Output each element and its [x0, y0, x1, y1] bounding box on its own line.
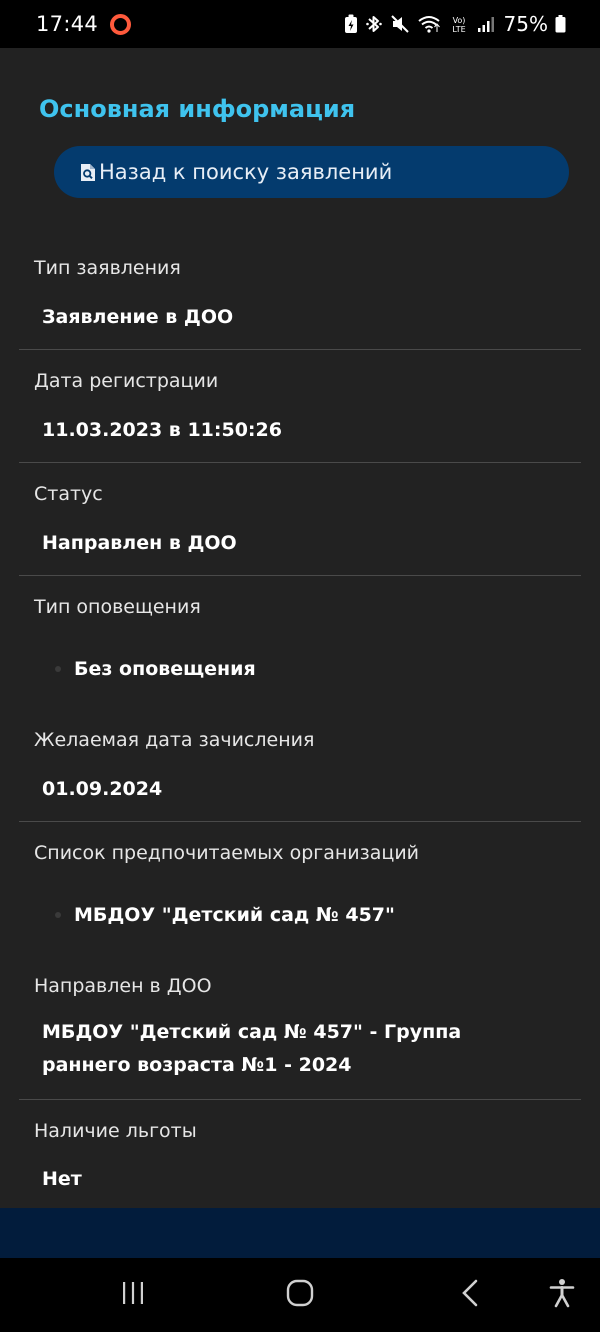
field-label: Дата регистрации — [34, 370, 219, 392]
field-registration-date: Дата регистрации 11.03.2023 в 11:50:26 — [19, 365, 581, 463]
back-button[interactable] — [440, 1258, 500, 1332]
back-to-search-button[interactable]: Назад к поиску заявлений — [54, 146, 569, 198]
status-bar: 17:44 Vo) LTE 75% — [0, 0, 600, 48]
screen-record-icon — [110, 13, 132, 35]
svg-text:LTE: LTE — [452, 25, 465, 34]
field-benefit: Наличие льготы Нет — [19, 1115, 581, 1205]
bullet-icon — [55, 666, 61, 672]
list-item-text: МБДОУ "Детский сад № 457" — [74, 904, 395, 926]
bullet-icon — [55, 912, 61, 918]
divider — [19, 821, 581, 822]
field-notification-type: Тип оповещения Без оповещения — [19, 591, 581, 721]
recent-apps-icon — [120, 1280, 146, 1310]
list-item: Без оповещения — [55, 658, 256, 680]
list-item: МБДОУ "Детский сад № 457" — [55, 904, 395, 926]
mute-icon — [390, 14, 410, 34]
section-title: Основная информация — [39, 95, 356, 123]
app-content: Основная информация Назад к поиску заявл… — [0, 48, 600, 1208]
accessibility-button[interactable] — [534, 1258, 590, 1332]
system-nav-bar — [0, 1258, 600, 1332]
field-value: Заявление в ДОО — [42, 306, 234, 328]
status-bar-right: Vo) LTE 75% — [344, 12, 566, 36]
field-label: Список предпочитаемых организаций — [34, 842, 420, 864]
field-value: Нет — [42, 1168, 82, 1190]
field-label: Желаемая дата зачисления — [34, 729, 315, 751]
field-preferred-organizations: Список предпочитаемых организаций МБДОУ … — [19, 837, 581, 967]
app-footer — [0, 1208, 600, 1258]
field-value: 01.09.2024 — [42, 778, 163, 800]
bluetooth-icon — [365, 14, 383, 34]
field-value: Направлен в ДОО — [42, 532, 237, 554]
back-to-search-label: Назад к поиску заявлений — [99, 160, 393, 184]
field-value: 11.03.2023 в 11:50:26 — [42, 419, 282, 441]
divider — [19, 1099, 581, 1100]
field-value: МБДОУ "Детский сад № 457" - Группа ранне… — [42, 1021, 462, 1076]
back-icon — [460, 1279, 480, 1311]
field-desired-enrollment-date: Желаемая дата зачисления 01.09.2024 — [19, 724, 581, 822]
field-label: Статус — [34, 483, 103, 505]
field-application-type: Тип заявления Заявление в ДОО — [19, 252, 581, 350]
field-label: Тип заявления — [34, 257, 181, 279]
field-label: Тип оповещения — [34, 596, 201, 618]
field-label: Направлен в ДОО — [34, 975, 212, 997]
status-time: 17:44 — [36, 12, 99, 36]
field-status: Статус Направлен в ДОО — [19, 478, 581, 576]
recent-apps-button[interactable] — [103, 1258, 163, 1332]
status-bar-left: 17:44 — [36, 12, 132, 36]
svg-text:Vo): Vo) — [452, 16, 465, 25]
divider — [19, 462, 581, 463]
battery-icon — [555, 14, 566, 34]
field-directed-to: Направлен в ДОО МБДОУ "Детский сад № 457… — [19, 970, 581, 1100]
document-search-icon — [80, 163, 96, 182]
field-label: Наличие льготы — [34, 1120, 197, 1142]
divider — [19, 349, 581, 350]
home-button[interactable] — [270, 1258, 330, 1332]
battery-percent: 75% — [503, 12, 548, 36]
list-item-text: Без оповещения — [74, 658, 256, 680]
signal-icon — [477, 14, 495, 34]
wifi-icon — [417, 14, 441, 34]
volte-icon: Vo) LTE — [448, 14, 470, 34]
divider — [19, 575, 581, 576]
home-icon — [286, 1279, 314, 1311]
accessibility-icon — [549, 1278, 575, 1312]
battery-saver-icon — [344, 14, 358, 34]
